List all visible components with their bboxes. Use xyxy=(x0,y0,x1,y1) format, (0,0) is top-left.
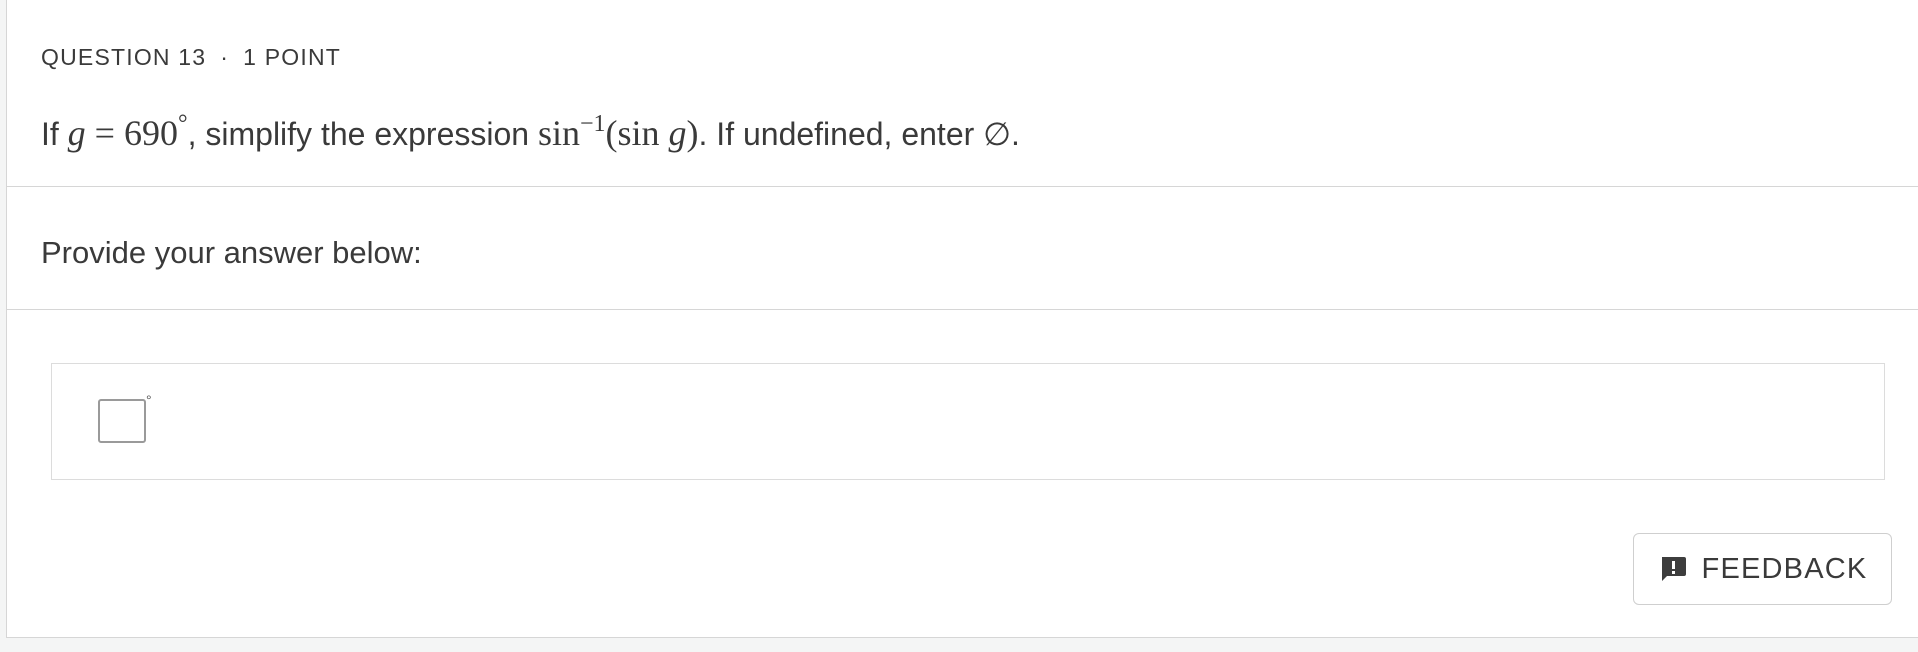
question-suffix: . If undefined, enter ∅. xyxy=(698,116,1020,152)
math-func: sin xyxy=(537,113,580,153)
answer-prompt-section: Provide your answer below: xyxy=(7,187,1918,310)
question-card: QUESTION 13 · 1 POINT If g = 690°, simplif… xyxy=(6,0,1918,638)
math-open: (sin xyxy=(605,113,669,153)
answer-area: ° xyxy=(51,363,1885,480)
question-label: QUESTION 13 · 1 POINT xyxy=(41,44,341,71)
question-number: QUESTION 13 xyxy=(41,44,207,70)
math-exponent: −1 xyxy=(579,111,606,137)
question-points: 1 POINT xyxy=(243,44,342,70)
math-var-g: g xyxy=(67,113,86,153)
math-equation: g = 690° xyxy=(67,111,188,153)
question-text: If g = 690°, simplify the expression sin… xyxy=(41,112,1020,154)
question-middle: , simplify the expression xyxy=(187,116,538,152)
math-inner-var: g xyxy=(668,113,687,153)
math-equals: = xyxy=(85,113,124,153)
feedback-exclamation-icon xyxy=(1661,557,1686,581)
answer-prompt: Provide your answer below: xyxy=(41,235,422,270)
question-prefix: If xyxy=(41,116,68,152)
feedback-label: FEEDBACK xyxy=(1701,552,1868,585)
feedback-button[interactable]: FEEDBACK xyxy=(1633,533,1892,605)
separator-dot: · xyxy=(220,44,230,70)
answer-input[interactable] xyxy=(98,399,146,443)
math-degree: ° xyxy=(177,111,188,137)
math-expression: sin−1(sin g) xyxy=(537,111,699,153)
degree-unit: ° xyxy=(146,392,152,408)
math-value: 690 xyxy=(123,113,178,153)
question-header: QUESTION 13 · 1 POINT If g = 690°, simplif… xyxy=(7,0,1918,187)
math-close: ) xyxy=(686,113,699,153)
